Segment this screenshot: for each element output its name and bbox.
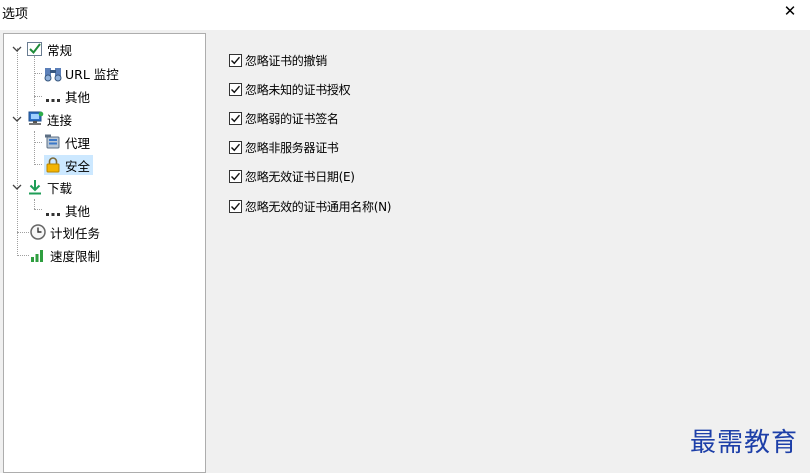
- tree-item-url-monitor[interactable]: URL 监控: [44, 63, 119, 83]
- general-check-icon: [26, 40, 44, 58]
- tree-item-label: 代理: [65, 135, 91, 151]
- tree-item-label: 连接: [47, 112, 73, 128]
- tree-line: [34, 73, 42, 74]
- tree-expander[interactable]: [12, 182, 22, 192]
- tree-line: [17, 255, 29, 256]
- tree-item-speed-limit[interactable]: 速度限制: [29, 245, 100, 265]
- tree-line: [34, 209, 42, 210]
- option-label: 忽略弱的证书签名: [245, 111, 339, 126]
- download-arrow-icon: [26, 178, 44, 196]
- option-label: 忽略证书的撤销: [245, 53, 327, 68]
- checkmark-icon: [231, 143, 241, 151]
- tree-line: [34, 131, 35, 165]
- tree-item-label: 计划任务: [50, 225, 101, 241]
- checkmark-icon: [231, 114, 241, 122]
- url-monitor-icon: [44, 64, 62, 82]
- tree-item-download[interactable]: 下载: [26, 177, 72, 197]
- tree-item-general[interactable]: 常规: [26, 39, 72, 59]
- tree-item-connection[interactable]: 连接: [26, 109, 72, 129]
- watermark: 最需教育: [690, 428, 799, 458]
- options-tree: 常规 URL 监控 其他 连接 代理 安全 下载 其他 计划任务 速度限制: [3, 33, 206, 473]
- checkbox[interactable]: [229, 169, 242, 183]
- checkbox[interactable]: [229, 140, 242, 154]
- dots-icon: [44, 87, 62, 105]
- chevron-down-icon: [12, 116, 22, 122]
- tree-item-other-general[interactable]: 其他: [44, 86, 90, 106]
- network-computer-icon: [26, 110, 44, 128]
- tree-item-label: 安全: [65, 158, 91, 174]
- tree-item-proxy[interactable]: 代理: [44, 132, 90, 152]
- tree-item-label: URL 监控: [65, 66, 119, 82]
- tree-item-label: 速度限制: [50, 248, 101, 264]
- checkmark-icon: [231, 172, 241, 180]
- tree-item-label: 其他: [65, 203, 91, 219]
- checkmark-icon: [231, 56, 241, 64]
- tree-item-label: 常规: [47, 42, 73, 58]
- tree-item-other-download[interactable]: 其他: [44, 200, 90, 220]
- close-button[interactable]: ✕: [770, 0, 810, 22]
- checkbox[interactable]: [229, 111, 242, 125]
- tree-line: [34, 96, 42, 97]
- checkbox[interactable]: [229, 82, 242, 96]
- option-ignore-non-server-cert[interactable]: 忽略非服务器证书: [229, 138, 339, 156]
- chevron-down-icon: [12, 184, 22, 190]
- tree-line: [34, 199, 35, 209]
- tree-expander[interactable]: [12, 44, 22, 54]
- tree-line: [17, 48, 18, 256]
- option-ignore-weak-signature[interactable]: 忽略弱的证书签名: [229, 109, 339, 127]
- tree-expander[interactable]: [12, 114, 22, 124]
- tree-item-label: 下载: [47, 180, 73, 196]
- option-label: 忽略无效的证书通用名称(N): [245, 199, 392, 214]
- option-ignore-invalid-common-name[interactable]: 忽略无效的证书通用名称(N): [229, 197, 391, 215]
- option-ignore-revocation[interactable]: 忽略证书的撤销: [229, 51, 327, 69]
- option-ignore-invalid-date[interactable]: 忽略无效证书日期(E): [229, 167, 355, 185]
- option-ignore-unknown-ca[interactable]: 忽略未知的证书授权: [229, 80, 351, 98]
- checkmark-icon: [231, 202, 241, 210]
- tree-line: [17, 232, 29, 233]
- dots-icon: [44, 201, 62, 219]
- lock-icon: [44, 156, 62, 174]
- chevron-down-icon: [12, 46, 22, 52]
- title-bar: 选项 ✕: [0, 0, 810, 30]
- clock-icon: [29, 223, 47, 241]
- tree-line: [34, 164, 42, 165]
- tree-item-scheduler[interactable]: 计划任务: [29, 222, 100, 242]
- checkbox[interactable]: [229, 53, 242, 67]
- tree-line: [34, 142, 42, 143]
- tree-line: [34, 56, 35, 106]
- option-label: 忽略未知的证书授权: [245, 82, 351, 97]
- option-label: 忽略无效证书日期(E): [245, 169, 355, 184]
- speed-bars-icon: [29, 246, 47, 264]
- tree-item-label: 其他: [65, 89, 91, 105]
- close-icon: ✕: [783, 2, 797, 20]
- tree-item-security[interactable]: 安全: [44, 155, 94, 175]
- proxy-icon: [44, 133, 62, 151]
- option-label: 忽略非服务器证书: [245, 140, 339, 155]
- checkmark-icon: [231, 85, 241, 93]
- window-title: 选项: [2, 7, 29, 22]
- checkbox[interactable]: [229, 199, 242, 213]
